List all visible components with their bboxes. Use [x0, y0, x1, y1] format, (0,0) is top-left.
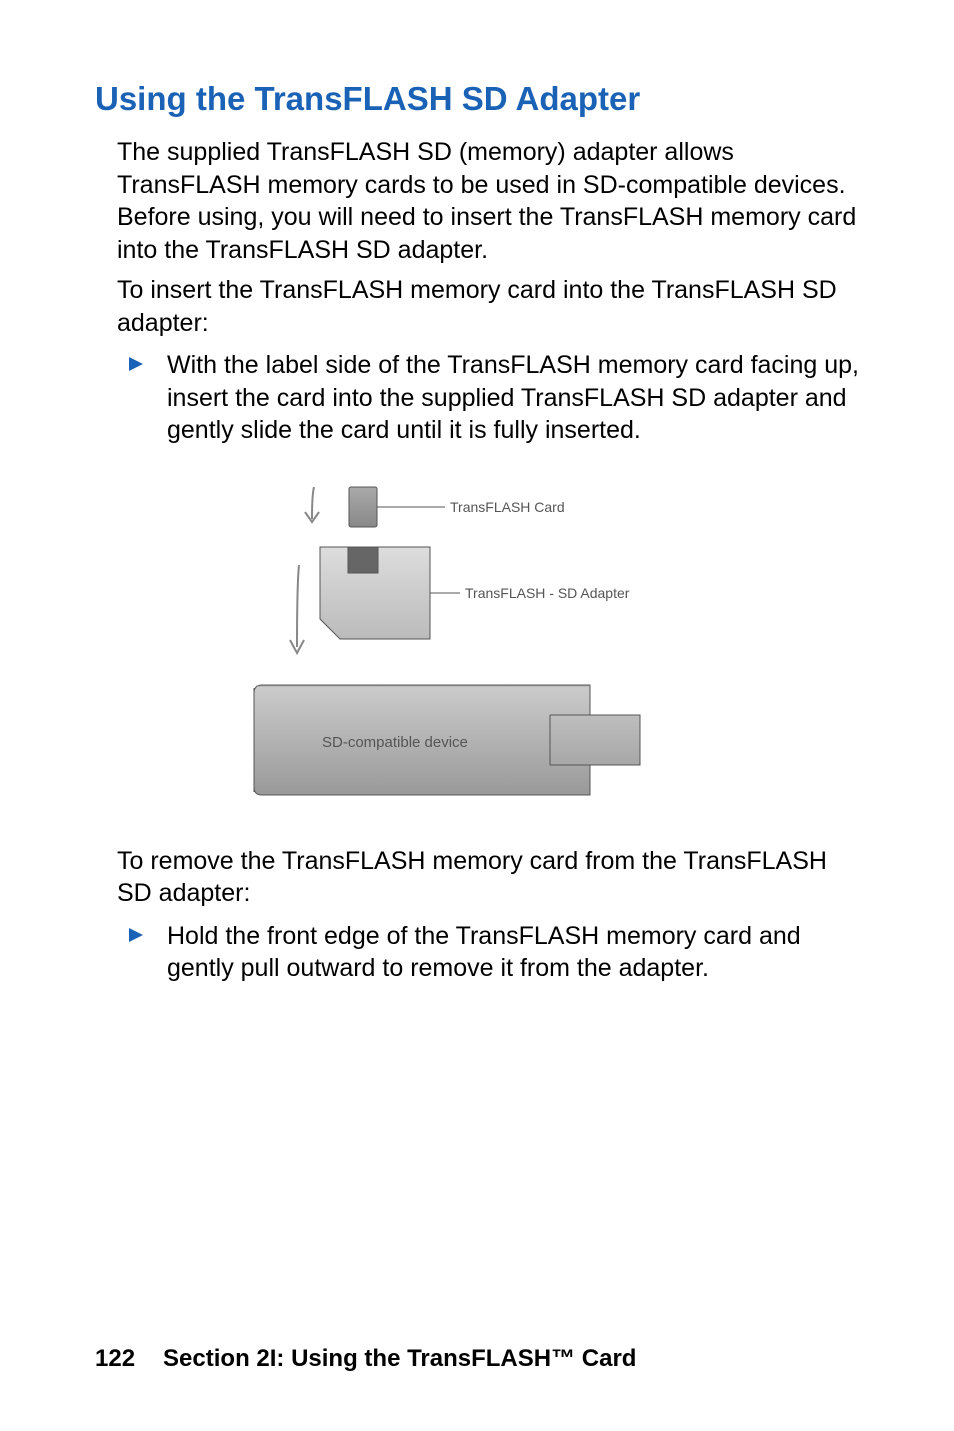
remove-bullet-text: Hold the front edge of the TransFLASH me… [167, 920, 864, 985]
insert-bullet-row: With the label side of the TransFLASH me… [129, 349, 864, 447]
diagram-label-card: TransFLASH Card [450, 499, 565, 515]
remove-subheading: To remove the TransFLASH memory card fro… [117, 845, 864, 910]
insert-subheading: To insert the TransFLASH memory card int… [117, 274, 864, 339]
intro-paragraph: The supplied TransFLASH SD (memory) adap… [117, 136, 864, 266]
page-heading: Using the TransFLASH SD Adapter [95, 80, 864, 118]
footer-section-label: Section 2I: Using the TransFLASH™ Card [163, 1345, 636, 1372]
insert-bullet-text: With the label side of the TransFLASH me… [167, 349, 864, 447]
remove-bullet-row: Hold the front edge of the TransFLASH me… [129, 920, 864, 985]
sd-adapter-diagram: TransFLASH Card TransFLASH - SD Adapter … [240, 475, 720, 825]
diagram-label-adapter: TransFLASH - SD Adapter [465, 585, 630, 601]
bullet-arrow-icon [129, 349, 167, 447]
bullet-arrow-icon [129, 920, 167, 985]
page-footer: 122 Section 2I: Using the TransFLASH™ Car… [95, 1345, 636, 1373]
footer-page-number: 122 [95, 1345, 135, 1372]
diagram-label-device: SD-compatible device [322, 734, 468, 751]
